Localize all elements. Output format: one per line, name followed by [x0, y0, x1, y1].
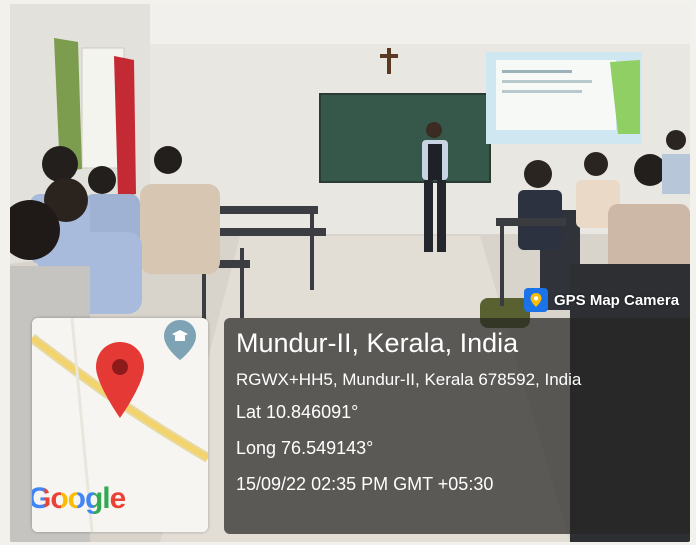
photo-frame: GPS Map Camera Mundur-II, Kerala, India … [10, 4, 690, 542]
latitude-text: Lat 10.846091° [236, 402, 359, 422]
mini-map: Google [32, 318, 208, 532]
google-logo-text: Google [32, 482, 126, 515]
gps-map-camera-badge: GPS Map Camera [524, 287, 690, 313]
gps-map-camera-logo-icon [524, 288, 548, 312]
timestamp-text: 15/09/22 02:35 PM GMT +05:30 [236, 474, 494, 494]
geotag-info-panel: Mundur-II, Kerala, India RGWX+HH5, Mundu… [224, 318, 690, 534]
longitude-text: Long 76.549143° [236, 438, 374, 458]
chalkboard [319, 93, 491, 183]
google-logo: Google [32, 482, 126, 516]
location-title: Mundur-II, Kerala, India [236, 328, 519, 358]
address-text: RGWX+HH5, Mundur-II, Kerala 678592, Indi… [236, 370, 582, 389]
gps-map-camera-label: GPS Map Camera [554, 291, 680, 309]
